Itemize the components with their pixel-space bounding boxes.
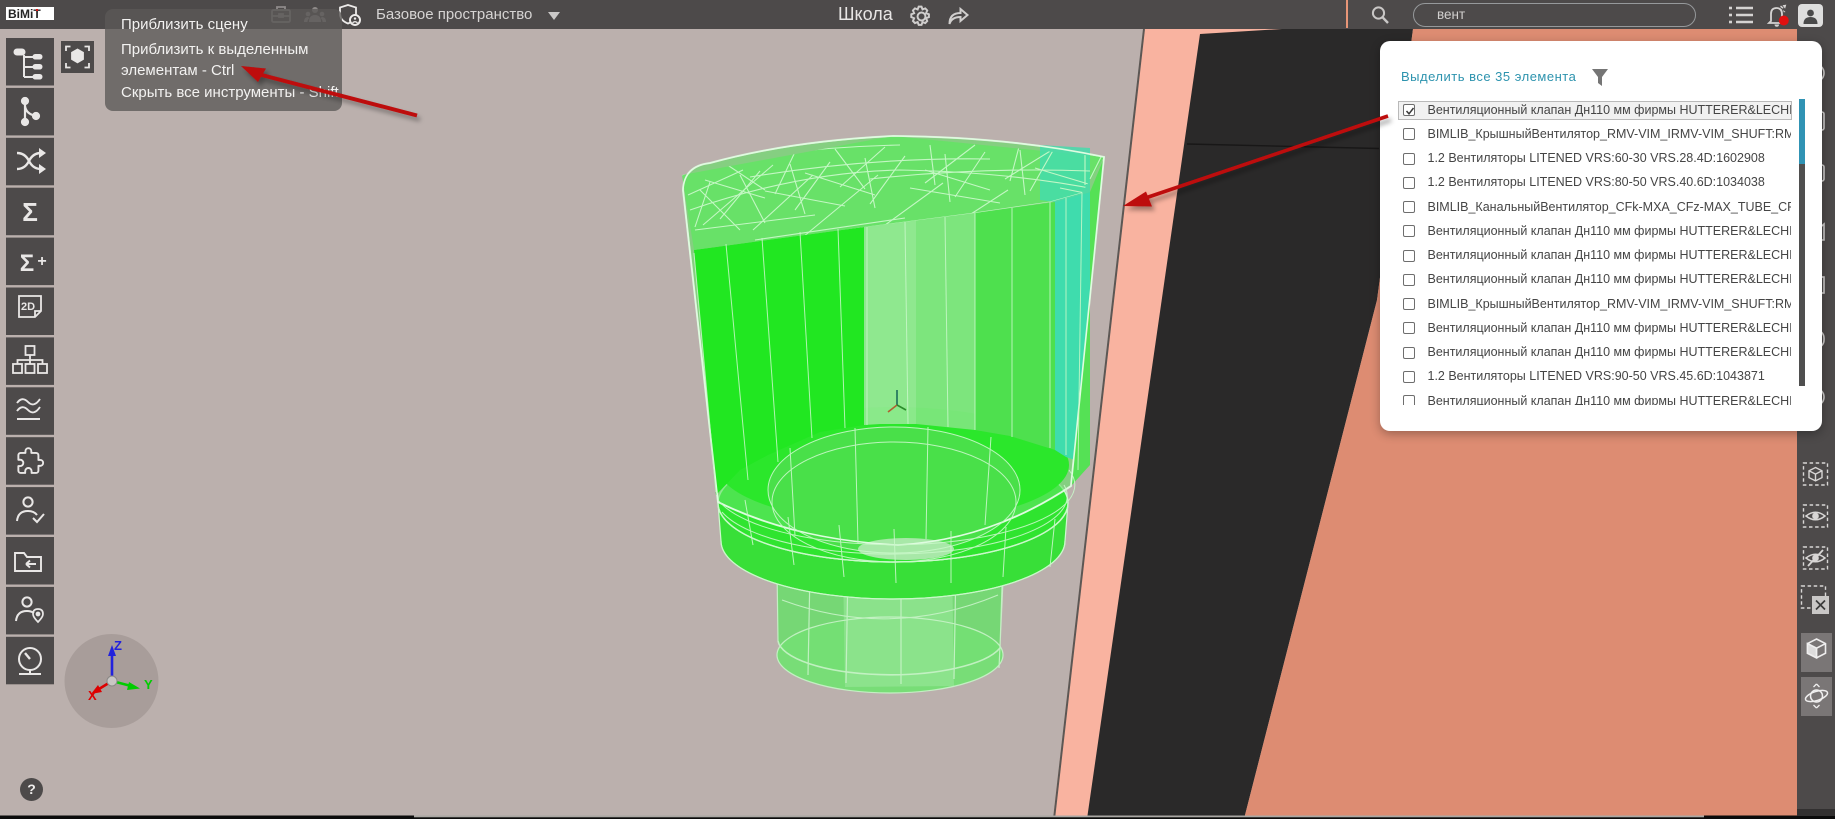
svg-text:Z: Z — [114, 638, 122, 653]
svg-text:Σ: Σ — [20, 250, 34, 277]
svg-text:Y: Y — [144, 677, 153, 692]
svg-text:+: + — [37, 253, 46, 270]
svg-text:Σ: Σ — [22, 197, 38, 227]
svg-text:2D: 2D — [21, 301, 35, 313]
